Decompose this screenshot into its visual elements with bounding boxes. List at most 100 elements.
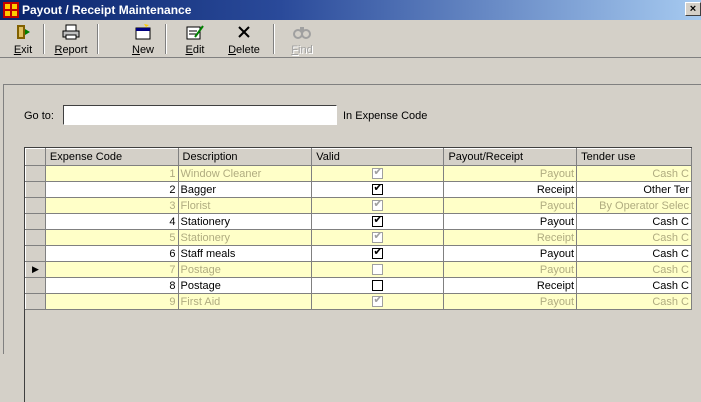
payout-receipt-cell[interactable]: Receipt [443,277,578,294]
expense-code-cell[interactable]: 3 [45,197,179,214]
valid-checkbox[interactable]: ✔ [372,294,384,308]
table-row[interactable]: 4 Stationery ✔ Payout Cash C [25,213,692,230]
valid-checkbox[interactable]: ✔ [372,182,384,196]
valid-cell[interactable]: ✔ [311,181,445,198]
table-row[interactable]: 3 Florist ✔ Payout By Operator Selec [25,197,692,214]
check-icon: ✔ [373,214,383,227]
payout-receipt-cell[interactable]: Payout [443,261,578,278]
expense-code-cell[interactable]: 8 [45,277,179,294]
tender-use-cell[interactable]: Cash C [576,213,692,230]
new-label: ew [139,44,154,56]
col-header-description[interactable]: Description [177,148,313,166]
payout-receipt-cell[interactable]: Payout [443,293,578,310]
row-selector[interactable] [25,213,46,230]
close-button[interactable]: × [685,2,701,16]
tender-use-cell[interactable]: By Operator Selec [576,197,692,214]
col-header-expense-code[interactable]: Expense Code [44,148,179,166]
delete-button[interactable]: Delete [218,22,270,56]
valid-cell[interactable] [311,277,445,294]
binoculars-icon [287,24,317,42]
edit-button[interactable]: Edit [180,22,210,56]
expense-code-cell[interactable]: 7 [45,261,179,278]
new-button[interactable]: New [126,22,160,56]
valid-checkbox[interactable] [372,280,384,292]
description-cell[interactable]: Stationery [178,213,313,230]
valid-checkbox[interactable] [372,264,384,276]
payout-receipt-cell[interactable]: Payout [443,213,578,230]
goto-input[interactable] [63,105,337,125]
row-selector[interactable] [25,165,46,182]
table-row[interactable]: 6 Staff meals ✔ Payout Cash C [25,245,692,262]
col-header-valid[interactable]: Valid [311,148,445,166]
edit-record-icon [180,24,210,42]
table-row[interactable]: 5 Stationery ✔ Receipt Cash C [25,229,692,246]
tender-use-cell[interactable]: Cash C [576,293,692,310]
col-header-payout-receipt[interactable]: Payout/Receipt [443,148,578,166]
table-row[interactable]: 8 Postage Receipt Cash C [25,277,692,294]
valid-cell[interactable]: ✔ [311,213,445,230]
report-button[interactable]: Report [48,22,94,56]
description-cell[interactable]: Postage [178,261,313,278]
expense-grid[interactable]: Expense Code Description Valid Payout/Re… [24,147,692,402]
description-cell[interactable]: First Aid [178,293,313,310]
expense-code-cell[interactable]: 4 [45,213,179,230]
find-button[interactable]: Find [287,22,317,56]
empty-row [25,325,692,342]
valid-cell[interactable] [311,261,445,278]
valid-checkbox[interactable]: ✔ [372,198,384,212]
empty-cell [45,341,692,358]
content-area: Go to: In Expense Code Expense Code Desc… [0,59,701,402]
col-header-tender-use[interactable]: Tender use [576,148,692,166]
row-selector[interactable] [25,293,46,310]
row-selector[interactable] [25,229,46,246]
tender-use-cell[interactable]: Cash C [576,229,692,246]
empty-cell [25,309,46,326]
tender-use-cell[interactable]: Cash C [576,245,692,262]
payout-receipt-cell[interactable]: Payout [443,245,578,262]
description-cell[interactable]: Bagger [178,181,313,198]
payout-receipt-cell[interactable]: Payout [443,165,578,182]
tender-use-cell[interactable]: Cash C [576,277,692,294]
check-icon: ✔ [373,230,383,243]
description-cell[interactable]: Stationery [178,229,313,246]
row-selector[interactable] [25,197,46,214]
payout-receipt-cell[interactable]: Receipt [443,181,578,198]
valid-cell[interactable]: ✔ [311,197,445,214]
row-selector[interactable]: ▶ [25,261,46,278]
printer-icon [48,24,94,42]
description-cell[interactable]: Window Cleaner [178,165,313,182]
valid-cell[interactable]: ✔ [311,165,445,182]
description-cell[interactable]: Postage [178,277,313,294]
empty-cell [25,341,46,358]
description-cell[interactable]: Florist [178,197,313,214]
table-row[interactable]: 2 Bagger ✔ Receipt Other Ter [25,181,692,198]
table-row[interactable]: ▶ 7 Postage Payout Cash C [25,261,692,278]
row-selector[interactable] [25,277,46,294]
description-cell[interactable]: Staff meals [178,245,313,262]
valid-cell[interactable]: ✔ [311,245,445,262]
valid-checkbox[interactable]: ✔ [372,166,384,180]
valid-checkbox[interactable]: ✔ [372,246,384,260]
payout-receipt-cell[interactable]: Payout [443,197,578,214]
exit-button[interactable]: Exit [6,22,40,56]
payout-receipt-cell[interactable]: Receipt [443,229,578,246]
table-row[interactable]: 9 First Aid ✔ Payout Cash C [25,293,692,310]
valid-checkbox[interactable]: ✔ [372,230,384,244]
empty-row [25,341,692,358]
valid-cell[interactable]: ✔ [311,229,445,246]
expense-code-cell[interactable]: 6 [45,245,179,262]
tender-use-cell[interactable]: Other Ter [576,181,692,198]
row-selector[interactable] [25,245,46,262]
header-row: Expense Code Description Valid Payout/Re… [25,148,692,166]
expense-code-cell[interactable]: 9 [45,293,179,310]
delete-label: elete [236,44,260,56]
expense-code-cell[interactable]: 1 [45,165,179,182]
valid-cell[interactable]: ✔ [311,293,445,310]
tender-use-cell[interactable]: Cash C [576,261,692,278]
valid-checkbox[interactable]: ✔ [372,214,384,228]
expense-code-cell[interactable]: 5 [45,229,179,246]
row-selector[interactable] [25,181,46,198]
expense-code-cell[interactable]: 2 [45,181,179,198]
tender-use-cell[interactable]: Cash C [576,165,692,182]
table-row[interactable]: 1 Window Cleaner ✔ Payout Cash C [25,165,692,182]
